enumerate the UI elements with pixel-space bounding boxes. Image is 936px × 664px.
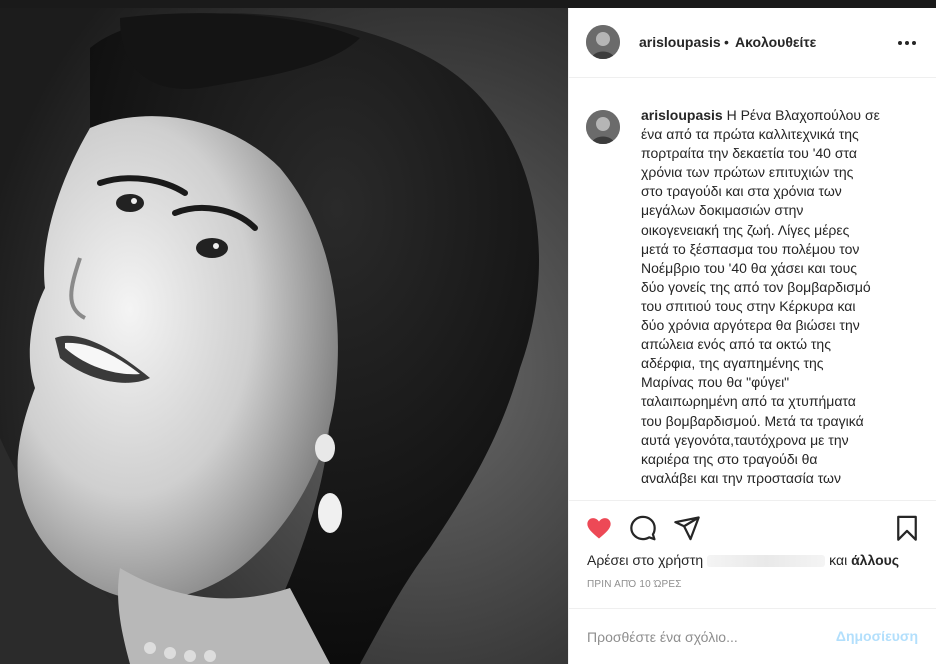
post-comment-button[interactable]: Δημοσίευση xyxy=(836,628,918,644)
caption-line: ταλαιπωρημένη από τα χτυπήματα xyxy=(641,393,856,410)
likes-prefix: Αρέσει στο χρήστη xyxy=(587,552,704,568)
comments-area[interactable]: arisloupasis Η Ρένα Βλαχοπούλου σε ένα α… xyxy=(569,78,936,500)
bookmark-icon[interactable] xyxy=(893,514,921,542)
caption-line: στο τραγούδι και στα χρόνια των xyxy=(641,183,842,200)
comment-input[interactable] xyxy=(587,627,817,647)
caption-line: πορτραίτα την δεκαετία του '40 στα xyxy=(641,145,857,162)
more-icon[interactable] xyxy=(898,36,916,50)
avatar[interactable] xyxy=(586,25,620,59)
action-bar: Αρέσει στο χρήστη και άλλους ΠΡΙΝ ΑΠΌ 10 … xyxy=(569,500,936,608)
likes-line: Αρέσει στο χρήστη και άλλους xyxy=(587,552,899,568)
caption-line: του βομβαρδισμού. Μετά τα τραγικά xyxy=(641,412,864,429)
caption: arisloupasis Η Ρένα Βλαχοπούλου σε ένα α… xyxy=(641,106,911,488)
top-strip xyxy=(0,0,936,8)
caption-line: Η Ρένα Βλαχοπούλου σε xyxy=(726,107,880,123)
comment-icon[interactable] xyxy=(629,514,657,542)
caption-line: του σπιτιού τους στην Κέρκυρα και xyxy=(641,297,856,314)
caption-line: αυτά γεγονότα,ταυτόχρονα με την xyxy=(641,431,849,448)
post-photo[interactable] xyxy=(0,8,568,664)
username-link[interactable]: arisloupasis xyxy=(639,34,721,50)
likes-others-link[interactable]: άλλους xyxy=(851,552,899,568)
post-header: arisloupasis • Ακολουθείτε xyxy=(569,8,936,78)
blurred-username xyxy=(707,555,826,568)
caption-line: αναλάβει και την προστασία των xyxy=(641,469,841,486)
post-panel: arisloupasis • Ακολουθείτε arisloupasis … xyxy=(568,8,936,664)
following-button[interactable]: Ακολουθείτε xyxy=(735,34,816,50)
caption-line: χρόνια των πρώτων επιτυχιών της xyxy=(641,164,854,181)
heart-icon[interactable] xyxy=(585,514,613,542)
caption-line: οικογενειακή της ζωή. Λίγες μέρες xyxy=(641,221,850,238)
caption-line: μετά το ξέσπασμα του πολέμου τον xyxy=(641,240,860,257)
caption-line: καριέρα της στο τραγούδι θα xyxy=(641,450,818,467)
likes-and: και xyxy=(829,552,848,568)
post-timestamp[interactable]: ΠΡΙΝ ΑΠΌ 10 ΏΡΕΣ xyxy=(587,579,682,590)
caption-line: αδέρφια, της αγαπημένης της xyxy=(641,355,824,372)
caption-line: απώλεια ενός από τα οκτώ της xyxy=(641,336,831,353)
caption-line: Νοέμβριο του '40 θα χάσει και τους xyxy=(641,259,857,276)
caption-line: Μαρίνας που θα "φύγει" xyxy=(641,374,790,391)
caption-line: δύο χρόνια αργότερα θα βιώσει την xyxy=(641,317,860,334)
share-icon[interactable] xyxy=(673,514,701,542)
caption-username[interactable]: arisloupasis xyxy=(641,107,723,123)
caption-line: μεγάλων δοκιμασιών στην xyxy=(641,202,804,219)
comment-bar: Δημοσίευση xyxy=(569,608,936,664)
caption-line: δύο γονείς της από τον βομβαρδισμό xyxy=(641,278,871,295)
avatar[interactable] xyxy=(586,110,620,144)
caption-line: ένα από τα πρώτα καλλιτεχνικά της xyxy=(641,126,859,143)
separator-dot: • xyxy=(724,34,729,50)
